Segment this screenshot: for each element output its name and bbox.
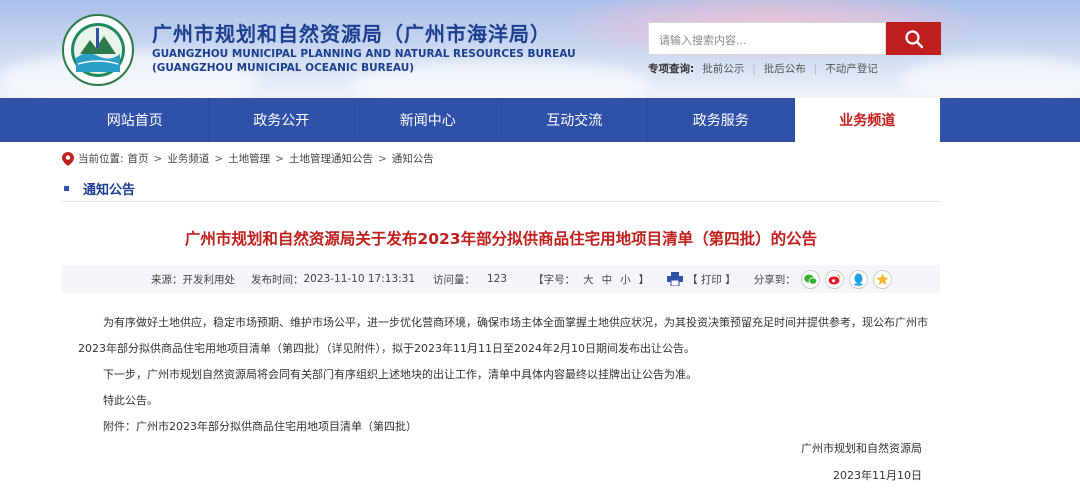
breadcrumb-land-notices[interactable]: 土地管理通知公告 bbox=[289, 151, 373, 166]
section-title: 通知公告 bbox=[62, 176, 940, 202]
attachment-link[interactable]: 附件：广州市2023年部分拟供商品住宅用地项目清单（第四批） bbox=[78, 414, 928, 440]
font-size-small[interactable]: 小 bbox=[620, 272, 631, 287]
article-body: 为有序做好土地供应，稳定市场预期、维护市场公平，进一步优化营商环境，确保市场主体… bbox=[78, 310, 928, 440]
font-size-large[interactable]: 大 bbox=[583, 272, 594, 287]
source-value: 开发利用处 bbox=[182, 273, 236, 286]
special-link-real-estate[interactable]: 不动产登记 bbox=[825, 61, 878, 76]
printer-icon bbox=[667, 272, 684, 286]
search-input[interactable]: 请输入搜索内容... bbox=[648, 22, 886, 55]
breadcrumb-notices[interactable]: 通知公告 bbox=[392, 151, 434, 166]
search-icon bbox=[904, 29, 923, 48]
breadcrumb-land[interactable]: 土地管理 bbox=[228, 151, 270, 166]
nav-item-home[interactable]: 网站首页 bbox=[62, 98, 209, 142]
divider: | bbox=[813, 62, 818, 75]
font-size-medium[interactable]: 中 bbox=[602, 272, 613, 287]
special-query-label: 专项查询: bbox=[648, 63, 695, 75]
print-label: 【 打印 】 bbox=[687, 273, 736, 286]
breadcrumb-separator: > bbox=[377, 152, 387, 165]
divider: | bbox=[752, 62, 756, 75]
breadcrumb-separator: > bbox=[153, 152, 163, 165]
visits-count: 123 bbox=[487, 273, 508, 285]
org-name-en: GUANGZHOU MUNICIPAL PLANNING AND NATURAL… bbox=[152, 48, 576, 60]
bureau-logo-icon bbox=[62, 14, 134, 86]
breadcrumb-home[interactable]: 首页 bbox=[128, 151, 149, 166]
breadcrumb-prefix: 当前位置: bbox=[78, 153, 124, 165]
section-title-text: 通知公告 bbox=[83, 183, 136, 198]
special-query: 专项查询: 批前公示 | 批后公布 | 不动产登记 bbox=[648, 61, 878, 76]
qq-share-icon[interactable] bbox=[848, 269, 868, 289]
nav-item-business[interactable]: 业务频道 bbox=[794, 98, 940, 142]
special-link-pre-approval[interactable]: 批前公示 bbox=[702, 61, 744, 76]
breadcrumb-separator: > bbox=[275, 152, 284, 165]
article-signature: 广州市规划和自然资源局 bbox=[801, 442, 922, 455]
org-name-cn: 广州市规划和自然资源局（广州市海洋局） bbox=[152, 22, 551, 46]
bullet-icon bbox=[64, 186, 69, 191]
publish-time-label: 发布时间： bbox=[251, 273, 304, 286]
nav-item-news[interactable]: 新闻中心 bbox=[355, 98, 502, 142]
article-date: 2023年11月10日 bbox=[833, 469, 922, 482]
share-label: 分享到： bbox=[753, 273, 796, 286]
font-size-label: 【字号： bbox=[533, 273, 576, 286]
breadcrumb: 当前位置: 首页 > 业务频道 > 土地管理 > 土地管理通知公告 > 通知公告 bbox=[62, 151, 434, 166]
visits-label: 访问量： bbox=[433, 273, 476, 286]
article-paragraph: 下一步，广州市规划自然资源局将会同有关部门有序组织上述地块的出让工作，清单中具体… bbox=[103, 368, 697, 381]
special-link-post-approval[interactable]: 批后公布 bbox=[764, 61, 806, 76]
article-paragraph: 为有序做好土地供应，稳定市场预期、维护市场公平，进一步优化营商环境，确保市场主体… bbox=[78, 316, 928, 355]
search-button[interactable] bbox=[886, 22, 941, 55]
article-title: 广州市规划和自然资源局关于发布2023年部分拟供商品住宅用地项目清单（第四批）的… bbox=[184, 230, 818, 248]
breadcrumb-separator: > bbox=[214, 152, 224, 165]
article-meta-bar: 来源： 开发利用处 发布时间： 2023-11-10 17:13:31 访问量：… bbox=[62, 265, 940, 293]
wechat-share-icon[interactable] bbox=[800, 269, 820, 289]
qzone-share-icon[interactable] bbox=[872, 269, 892, 289]
weibo-share-icon[interactable] bbox=[824, 269, 844, 289]
nav-item-interaction[interactable]: 互动交流 bbox=[502, 98, 648, 142]
header-cloud bbox=[900, 55, 1080, 98]
print-button[interactable]: 【 打印 】 bbox=[667, 272, 736, 287]
publish-time-value: 2023-11-10 17:13:31 bbox=[303, 273, 416, 285]
nav-item-services[interactable]: 政务服务 bbox=[648, 98, 795, 142]
main-nav: 网站首页 政务公开 新闻中心 互动交流 政务服务 业务频道 bbox=[0, 98, 1080, 142]
article-paragraph: 特此公告。 bbox=[103, 394, 158, 407]
location-pin-icon bbox=[62, 151, 74, 166]
font-size-close: 】 bbox=[638, 273, 650, 286]
nav-item-gov-open[interactable]: 政务公开 bbox=[209, 98, 355, 142]
breadcrumb-business[interactable]: 业务频道 bbox=[167, 151, 209, 166]
source-label: 来源： bbox=[151, 273, 183, 286]
site-header: 广州市规划和自然资源局（广州市海洋局） GUANGZHOU MUNICIPAL … bbox=[0, 0, 1080, 98]
org-name-en-sub: (GUANGZHOU MUNICIPAL OCEANIC BUREAU) bbox=[152, 62, 415, 74]
